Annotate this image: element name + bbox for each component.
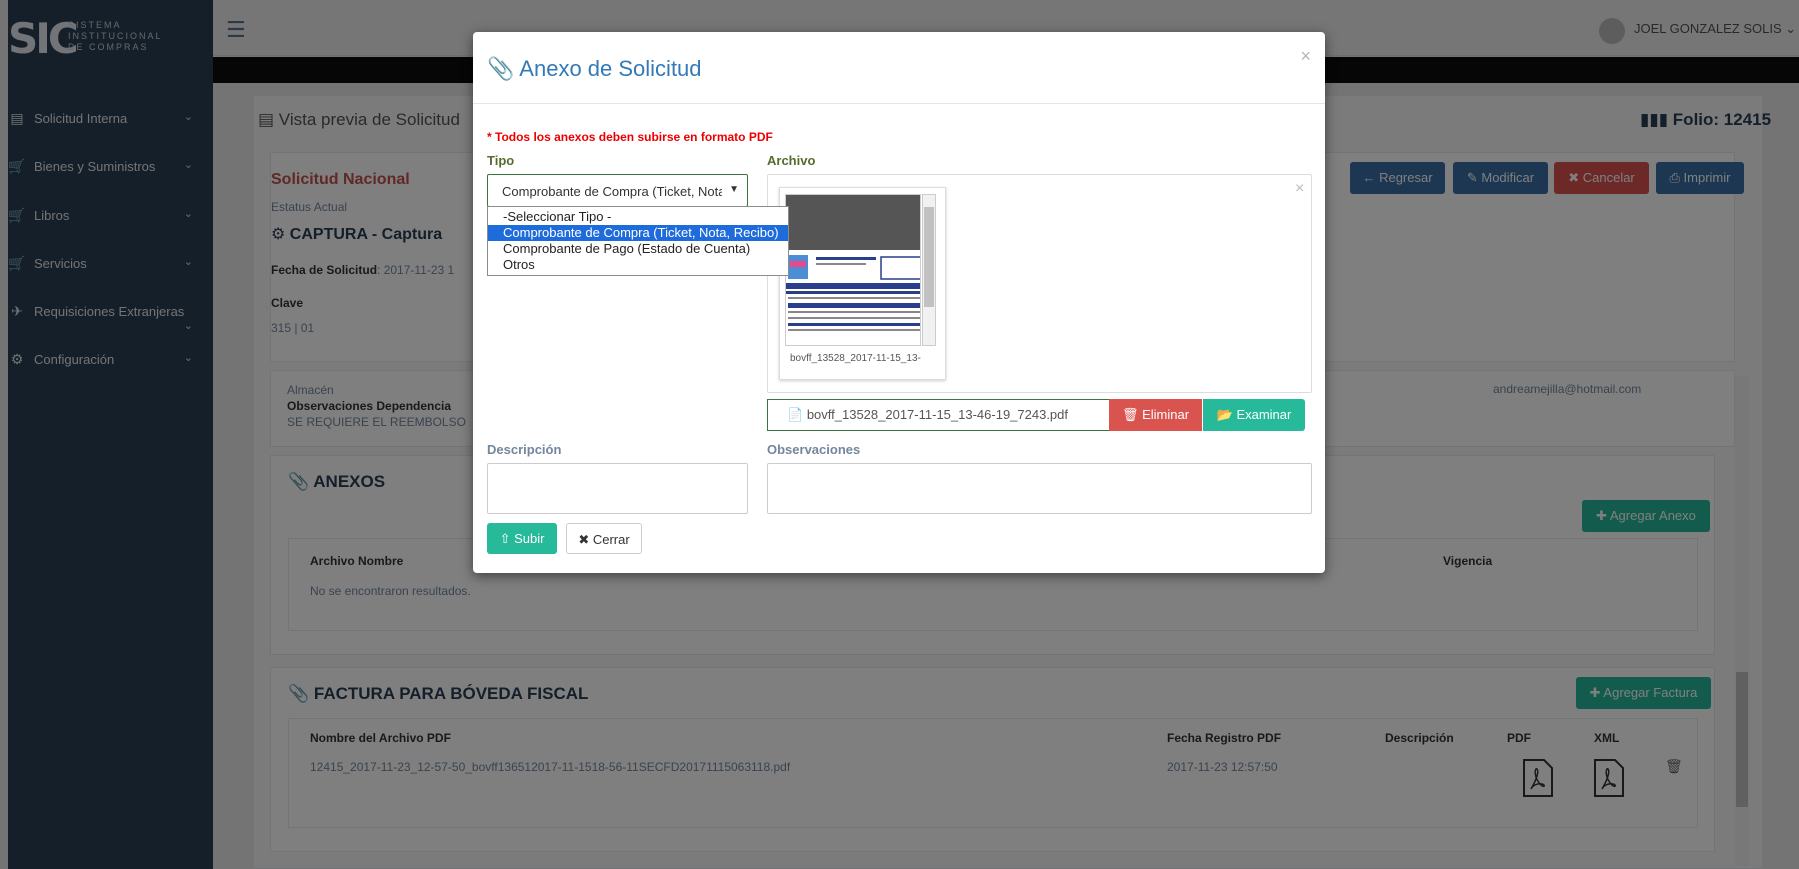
subir-button[interactable]: ⇧ Subir (487, 523, 557, 554)
selected-file-name: 📄 bovff_13528_2017-11-15_13-46-19_7243.p… (787, 407, 1069, 422)
tipo-option[interactable]: -Seleccionar Tipo - (488, 209, 788, 225)
close-icon[interactable]: × (1300, 46, 1311, 67)
tipo-option-selected[interactable]: Comprobante de Compra (Ticket, Nota, Rec… (488, 225, 788, 241)
tipo-option[interactable]: Comprobante de Pago (Estado de Cuenta) (488, 241, 788, 257)
examinar-button[interactable]: 📂 Examinar (1203, 399, 1305, 431)
modal-title: 📎 Anexo de Solicitud (487, 56, 702, 81)
observaciones-textarea[interactable] (767, 463, 1312, 514)
descripcion-textarea[interactable] (487, 463, 748, 514)
thumbnail-scrollbar[interactable] (922, 194, 936, 346)
cerrar-button[interactable]: ✖ Cerrar (566, 523, 642, 554)
dropdown-arrow-icon: ▼ (729, 184, 739, 195)
descripcion-label: Descripción (487, 442, 562, 457)
anexo-modal: 📎 Anexo de Solicitud × * Todos los anexo… (473, 32, 1325, 573)
modal-divider (473, 103, 1325, 104)
pdf-warning: * Todos los anexos deben subirse en form… (487, 130, 773, 144)
eliminar-button[interactable]: 🗑 Eliminar (1109, 399, 1202, 431)
tipo-option[interactable]: Otros (488, 257, 788, 273)
archivo-label: Archivo (767, 153, 816, 168)
remove-preview-icon[interactable]: × (1295, 180, 1304, 198)
tipo-select[interactable]: Comprobante de Compra (Ticket, Nota, Rec… (487, 174, 748, 207)
pdf-thumbnail (785, 194, 921, 346)
thumbnail-caption: bovff_13528_2017-11-15_13- (790, 353, 921, 364)
observaciones-label: Observaciones (767, 442, 861, 457)
tipo-label: Tipo (487, 153, 515, 168)
tipo-dropdown-list: -Seleccionar Tipo - Comprobante de Compr… (487, 206, 789, 276)
